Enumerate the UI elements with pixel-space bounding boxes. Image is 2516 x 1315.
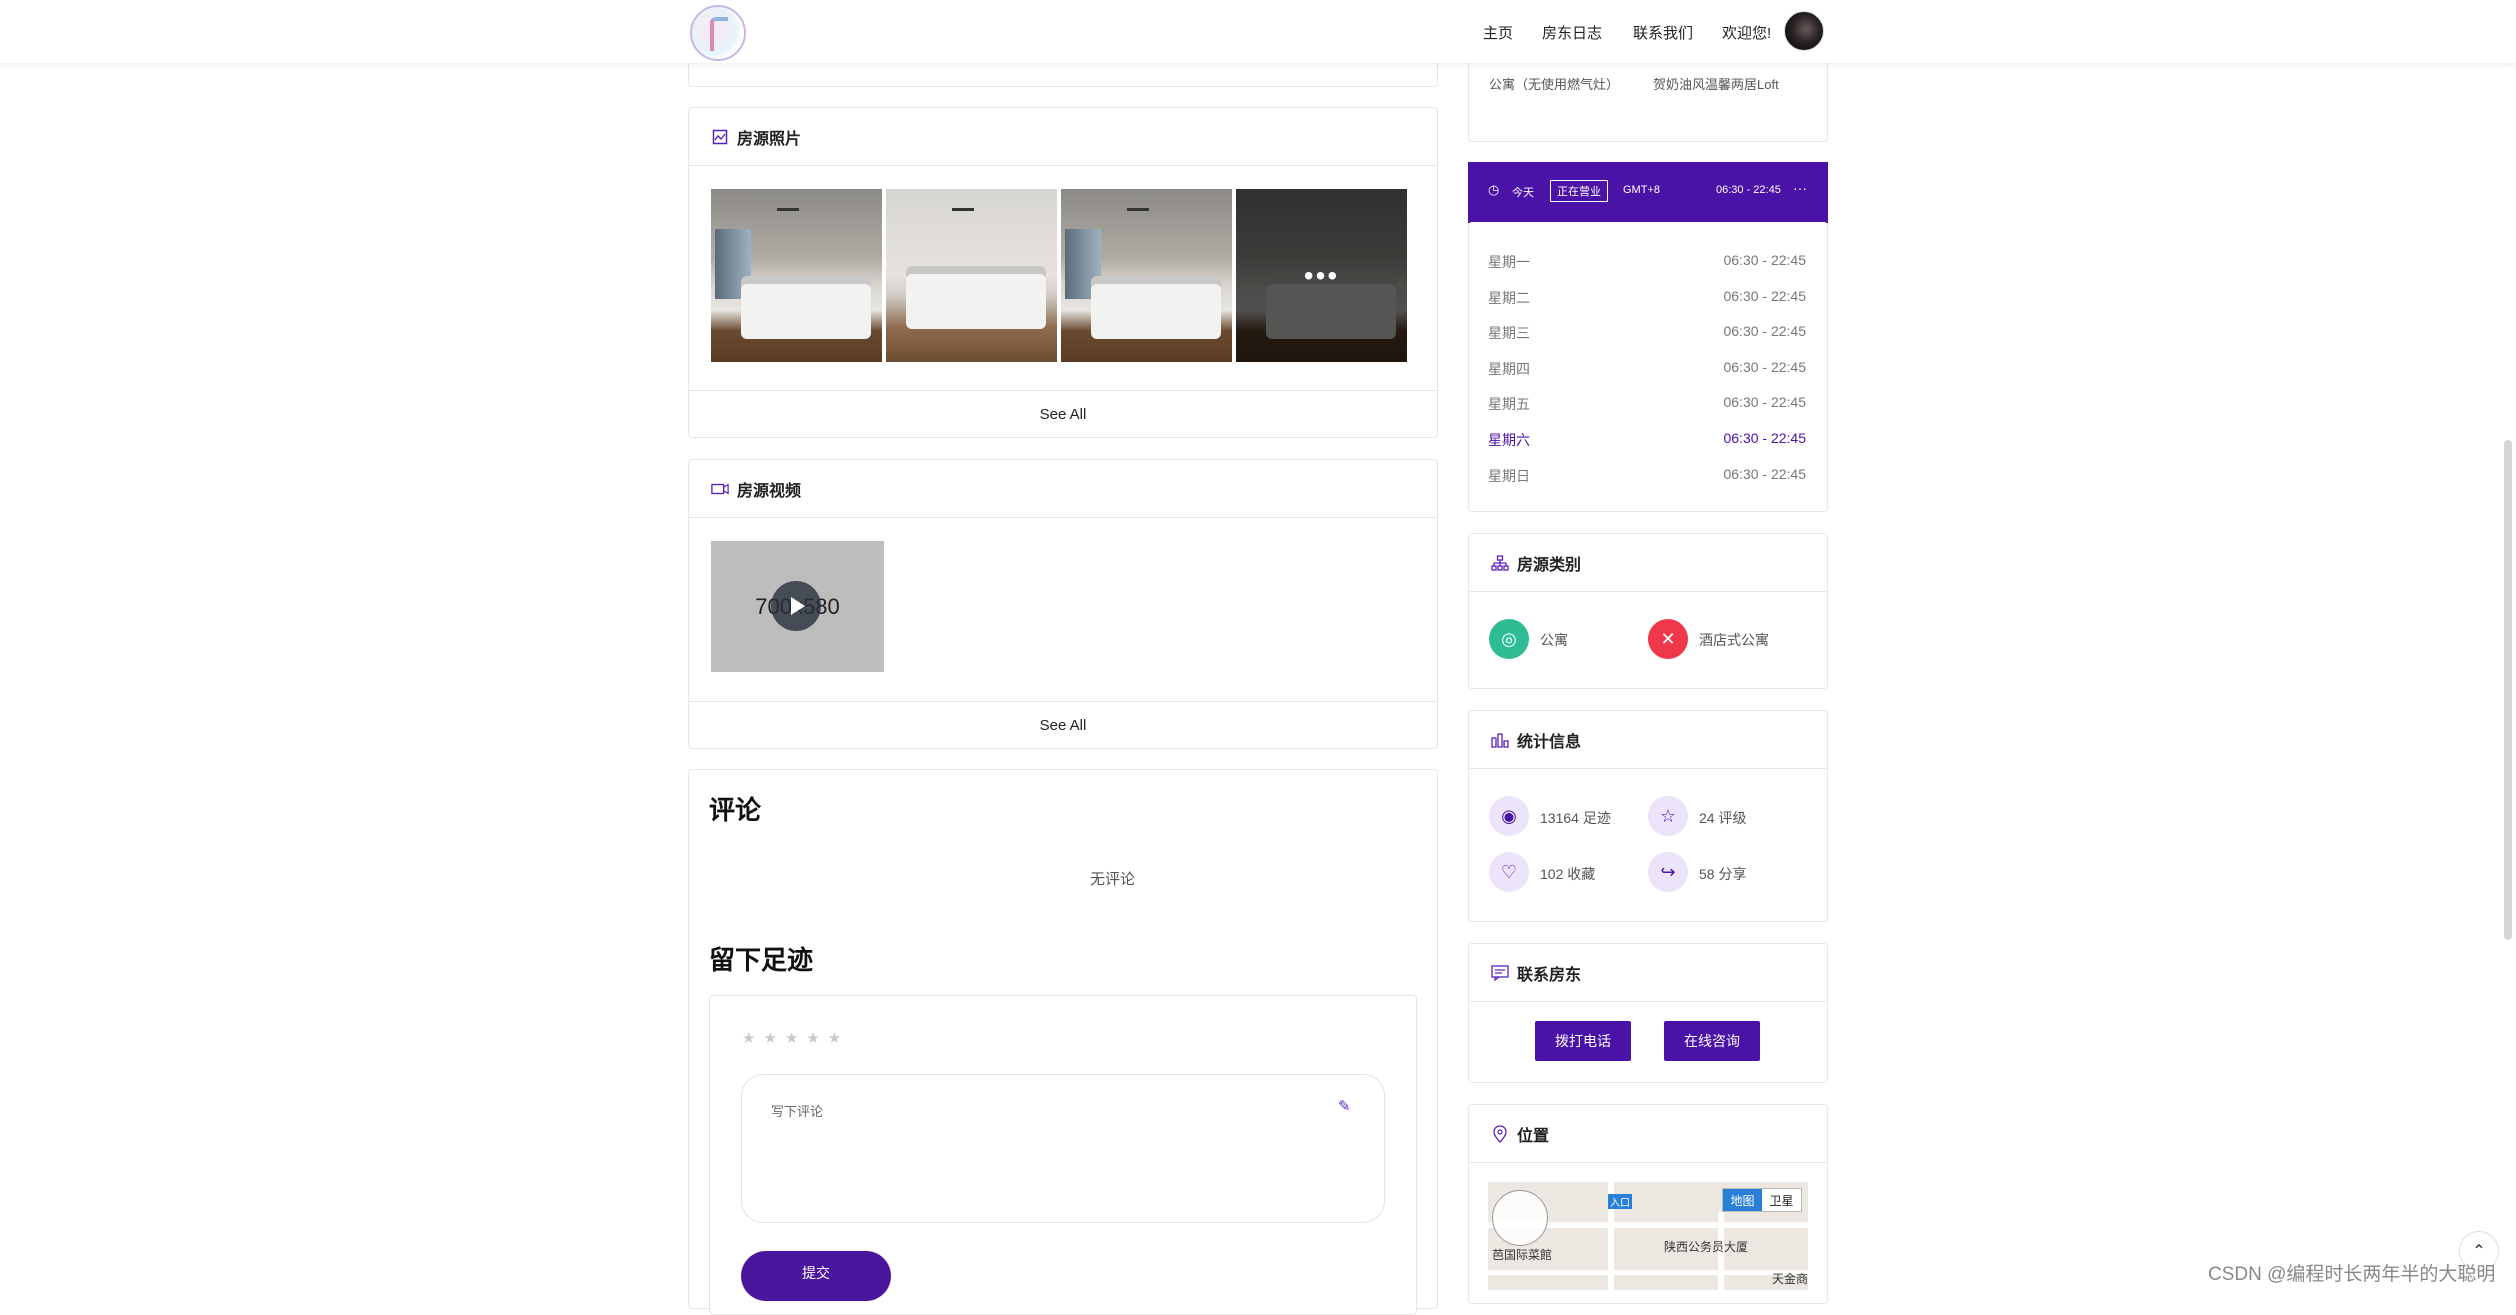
room-photo-1[interactable] — [711, 189, 882, 362]
pencil-icon: ✎ — [1338, 1098, 1351, 1115]
contact-card-header: 联系房东 — [1469, 944, 1827, 1002]
photos-see-all-link[interactable]: See All — [689, 390, 1437, 438]
map-tab[interactable]: 地图 — [1723, 1189, 1762, 1211]
message-icon — [1491, 964, 1509, 982]
ratings-count: 24 评级 — [1699, 810, 1747, 826]
timezone-label: GMT+8 — [1623, 184, 1660, 196]
category-apartment[interactable]: 公寓 — [1540, 630, 1568, 650]
hours-row: 星期三 06:30 - 22:45 — [1488, 323, 1806, 341]
stats-title: 统计信息 — [1517, 733, 1582, 751]
hours-row: 星期二 06:30 - 22:45 — [1488, 288, 1806, 306]
more-photos-icon[interactable]: ••• — [1236, 189, 1407, 362]
map-type-toggle[interactable]: 地图 卫星 — [1722, 1188, 1802, 1212]
category-hotel-apartment[interactable]: 酒店式公寓 — [1699, 630, 1769, 650]
hours-row: 星期一 06:30 - 22:45 — [1488, 252, 1806, 270]
user-avatar[interactable] — [1784, 11, 1824, 51]
shares-count: 58 分享 — [1699, 866, 1747, 882]
csdn-watermark: CSDN @编程时长两年半的大聪明 — [2208, 1264, 2496, 1285]
map-restaurant-label: 芭国际菜館 — [1492, 1248, 1553, 1262]
photos-title: 房源照片 — [737, 130, 802, 148]
satellite-tab[interactable]: 卫星 — [1762, 1189, 1801, 1211]
location-card-header: 位置 — [1469, 1105, 1827, 1163]
comment-textarea[interactable]: 写下评论 ✎ — [741, 1074, 1385, 1223]
hours-row: 星期日 06:30 - 22:45 — [1488, 466, 1806, 484]
room-photo-2[interactable] — [886, 189, 1057, 362]
hours-header: ◷ 今天 正在营业 GMT+8 06:30 - 22:45 ··· — [1468, 162, 1828, 223]
map-entrance-label: 入口 — [1608, 1194, 1632, 1209]
image-icon — [711, 128, 729, 146]
views-count: 13164 足迹 — [1540, 810, 1611, 826]
map-pin-icon — [1491, 1124, 1509, 1143]
heart-icon: ♡ — [1489, 852, 1529, 892]
video-card-header: 房源视频 — [689, 460, 1437, 518]
hours-row: 星期四 06:30 - 22:45 — [1488, 359, 1806, 377]
share-icon: ↪ — [1648, 852, 1688, 892]
play-icon[interactable] — [771, 581, 821, 631]
stats-card-header: 统计信息 — [1469, 711, 1827, 769]
eye-icon: ◉ — [1489, 796, 1529, 836]
map-building-label: 陕西公务员大厦 — [1664, 1240, 1749, 1254]
today-label: 今天 — [1512, 187, 1534, 199]
rating-stars[interactable]: ★★★★★ — [742, 1029, 849, 1047]
submit-button[interactable]: 提交 — [741, 1251, 891, 1301]
hours-row-today: 星期六 06:30 - 22:45 — [1488, 430, 1806, 448]
nav-contact-us[interactable]: 联系我们 — [1633, 22, 1693, 43]
nav-landlord-log[interactable]: 房东日志 — [1542, 22, 1602, 43]
today-hours: 06:30 - 22:45 — [1716, 184, 1781, 196]
top-navbar: 主页 房东日志 联系我们 欢迎您! — [0, 0, 2516, 63]
video-see-all-link[interactable]: See All — [689, 701, 1437, 749]
room-photo-3[interactable] — [1061, 189, 1232, 362]
map-pan-control[interactable] — [1492, 1190, 1548, 1246]
clock-icon: ◷ — [1488, 182, 1500, 197]
bar-chart-icon — [1491, 731, 1509, 749]
welcome-text[interactable]: 欢迎您! — [1722, 22, 1771, 43]
photos-card-header: 房源照片 — [689, 108, 1437, 166]
hours-row: 星期五 06:30 - 22:45 — [1488, 394, 1806, 412]
more-icon[interactable]: ··· — [1793, 180, 1807, 196]
site-logo[interactable] — [690, 5, 746, 61]
map-shop-label: 天金商 — [1772, 1272, 1808, 1286]
room-photo-more[interactable]: ••• — [1236, 189, 1407, 362]
comments-title: 评论 — [709, 795, 762, 825]
nav-home[interactable]: 主页 — [1483, 22, 1513, 43]
video-camera-icon — [711, 480, 729, 498]
category-title: 房源类别 — [1517, 556, 1582, 574]
video-thumbnail[interactable]: 700x580 — [711, 541, 884, 672]
star-icon: ☆ — [1648, 796, 1688, 836]
page-scrollbar[interactable] — [2504, 440, 2512, 940]
contact-title: 联系房东 — [1517, 966, 1582, 984]
leave-footprint-title: 留下足迹 — [709, 945, 814, 975]
favorites-count: 102 收藏 — [1540, 866, 1596, 882]
location-title: 位置 — [1517, 1127, 1550, 1145]
sitemap-icon — [1491, 554, 1509, 572]
video-title: 房源视频 — [737, 482, 802, 500]
comment-placeholder: 写下评论 — [771, 1104, 824, 1119]
similar-listing-right[interactable]: 贺奶油风温馨两居Loft — [1653, 74, 1779, 93]
hotel-icon: ✕ — [1648, 619, 1688, 659]
apartment-icon: ◎ — [1489, 619, 1529, 659]
contact-card: 联系房东 — [1468, 943, 1828, 1083]
call-button[interactable]: 拨打电话 — [1535, 1021, 1631, 1061]
category-card-header: 房源类别 — [1469, 534, 1827, 592]
location-map[interactable]: 地图 卫星 入口 芭国际菜館 陕西公务员大厦 天金商 — [1488, 1182, 1808, 1290]
open-status-badge: 正在营业 — [1550, 180, 1608, 202]
no-comments-text: 无评论 — [1090, 871, 1136, 888]
category-card: 房源类别 — [1468, 533, 1828, 689]
similar-listing-left[interactable]: 公寓（无使用燃气灶） — [1489, 74, 1619, 93]
consult-button[interactable]: 在线咨询 — [1664, 1021, 1760, 1061]
